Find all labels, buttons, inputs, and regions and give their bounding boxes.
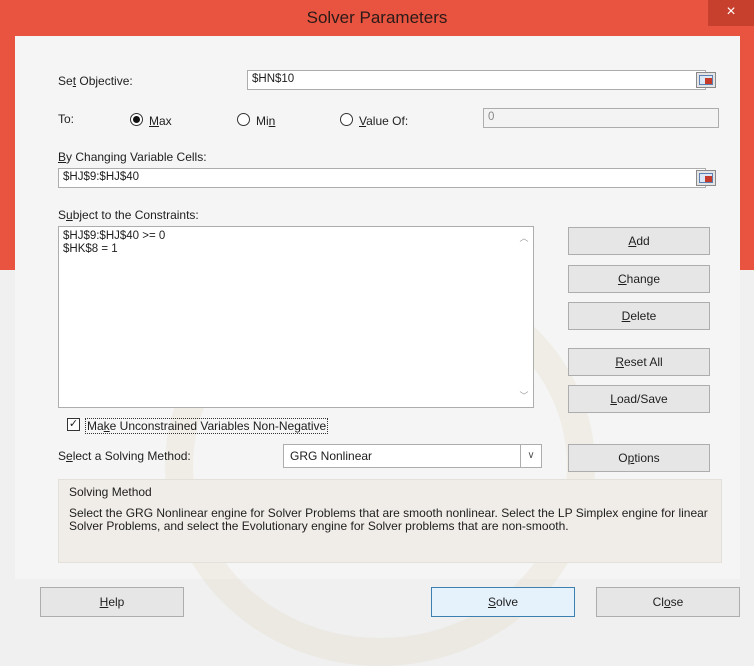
to-label: To:	[58, 112, 75, 126]
help-button[interactable]: Help	[40, 587, 184, 617]
constraints-label: Subject to the Constraints:	[58, 208, 199, 222]
solving-method-value: GRG Nonlinear	[290, 449, 373, 463]
scroll-up-icon[interactable]: ︿	[517, 231, 531, 245]
info-title: Solving Method	[69, 485, 152, 499]
info-text: Select the GRG Nonlinear engine for Solv…	[69, 506, 708, 533]
value-of-radio[interactable]	[340, 113, 353, 126]
min-label: Min	[256, 114, 276, 128]
constraints-list[interactable]: $HJ$9:$HJ$40 >= 0 $HK$8 = 1 ︿ ﹀	[58, 226, 534, 408]
value-of-input[interactable]: 0	[483, 108, 719, 128]
nonneg-checkbox[interactable]: ✓	[67, 418, 80, 431]
changing-cells-input[interactable]: $HJ$9:$HJ$40	[58, 168, 706, 188]
solving-method-label: Select a Solving Method:	[58, 449, 191, 463]
solving-method-select[interactable]: GRG Nonlinear ∨	[283, 444, 542, 468]
constraint-item[interactable]: $HK$8 = 1	[63, 243, 529, 256]
scroll-down-icon[interactable]: ﹀	[517, 389, 531, 403]
nonneg-label[interactable]: Make Unconstrained Variables Non-Negativ…	[85, 418, 329, 434]
dialog-body: Set Objective: $HN$10 To: Max Min Value …	[15, 36, 740, 666]
range-select-icon[interactable]	[696, 72, 716, 88]
set-objective-label: Set Objective:	[58, 74, 133, 88]
change-button[interactable]: Change	[568, 265, 710, 293]
close-icon[interactable]: ×	[708, 0, 754, 26]
options-button[interactable]: Options	[568, 444, 710, 472]
solve-button[interactable]: Solve	[431, 587, 575, 617]
min-radio[interactable]	[237, 113, 250, 126]
max-radio[interactable]	[130, 113, 143, 126]
constraint-item[interactable]: $HJ$9:$HJ$40 >= 0	[63, 230, 529, 243]
window-border-right	[740, 36, 754, 270]
delete-button[interactable]: Delete	[568, 302, 710, 330]
max-label: Max	[149, 114, 172, 128]
changing-cells-label: By Changing Variable Cells:	[58, 150, 207, 164]
objective-input[interactable]: $HN$10	[247, 70, 706, 90]
solving-method-info: Solving Method Select the GRG Nonlinear …	[58, 479, 722, 563]
load-save-button[interactable]: Load/Save	[568, 385, 710, 413]
add-button[interactable]: Add	[568, 227, 710, 255]
title-bar: Solver Parameters ×	[0, 0, 754, 36]
close-button[interactable]: Close	[596, 587, 740, 617]
value-of-label: Value Of:	[359, 114, 409, 128]
checkmark-icon: ✓	[68, 418, 79, 430]
window-title: Solver Parameters	[306, 8, 448, 27]
range-select-icon[interactable]	[696, 170, 716, 186]
window-border-left	[0, 36, 15, 270]
reset-all-button[interactable]: Reset All	[568, 348, 710, 376]
dropdown-arrow-icon[interactable]: ∨	[520, 445, 541, 467]
